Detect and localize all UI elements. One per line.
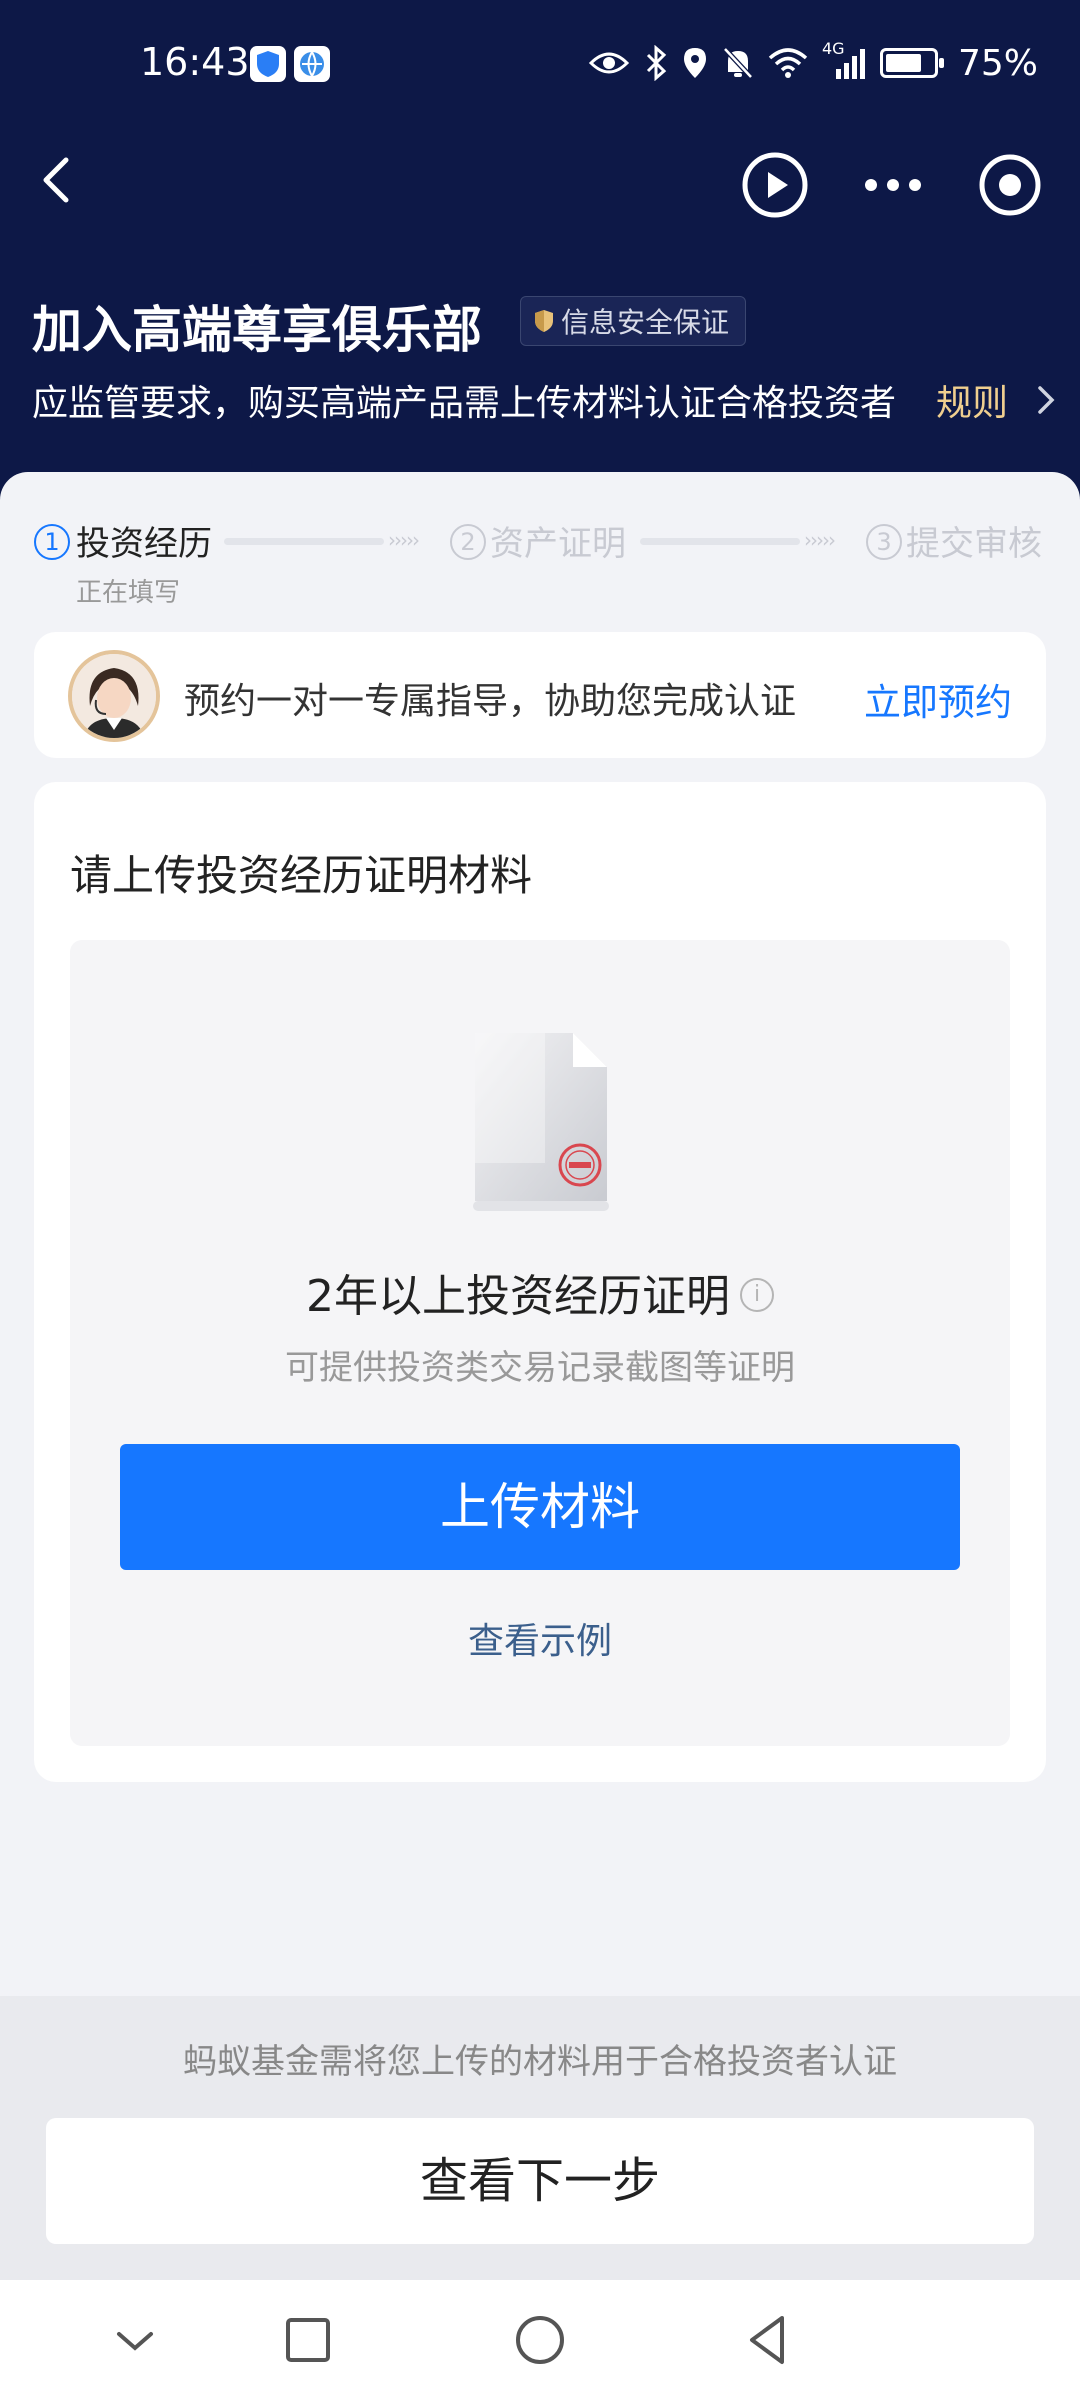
bluetooth-icon xyxy=(646,45,667,81)
progress-steps: 1 投资经历 ››››› 2 资产证明 ››››› 3 提交审核 正在填写 xyxy=(0,472,1080,612)
cellular-signal-icon: 4G xyxy=(822,39,866,81)
system-nav-bar xyxy=(0,2280,1080,2400)
step-arrows: ››››› xyxy=(804,528,836,552)
page-title: 加入高端尊享俱乐部 xyxy=(32,301,482,359)
advisor-text: 预约一对一专属指导，协助您完成认证 xyxy=(184,681,797,722)
step-1-number: 1 xyxy=(34,524,70,560)
eye-icon xyxy=(588,52,630,74)
shield-app-icon xyxy=(250,46,286,82)
play-icon[interactable] xyxy=(740,150,810,220)
home-icon[interactable] xyxy=(510,2310,570,2370)
upload-area: 2年以上投资经历证明 i 可提供投资类交易记录截图等证明 上传材料 查看示例 xyxy=(70,940,1010,1746)
status-indicators: 4G 75% xyxy=(588,38,1038,88)
chevron-down-icon[interactable] xyxy=(105,2310,165,2370)
back-triangle-icon[interactable] xyxy=(738,2310,798,2370)
shield-icon xyxy=(535,310,553,332)
step-2-label: 资产证明 xyxy=(490,524,626,564)
upload-heading: 2年以上投资经历证明 i xyxy=(70,1260,1010,1324)
step-connector xyxy=(640,538,800,545)
recent-apps-icon[interactable] xyxy=(278,2310,338,2370)
rule-link[interactable]: 规则 xyxy=(936,374,1008,426)
step-3-label: 提交审核 xyxy=(906,524,1042,564)
battery-icon xyxy=(879,48,944,78)
book-now-link[interactable]: 立即预约 xyxy=(864,672,1012,726)
view-example-link[interactable]: 查看示例 xyxy=(70,1612,1010,1664)
chevron-right-icon[interactable] xyxy=(1030,380,1060,420)
upload-description: 可提供投资类交易记录截图等证明 xyxy=(285,1348,795,1388)
next-step-button[interactable]: 查看下一步 xyxy=(46,2118,1034,2244)
step-1-label: 投资经历 xyxy=(76,524,212,564)
close-miniapp-icon[interactable] xyxy=(975,150,1045,220)
footer: 蚂蚁基金需将您上传的材料用于合格投资者认证 查看下一步 xyxy=(0,1996,1080,2280)
browser-app-icon xyxy=(294,46,330,82)
document-icon xyxy=(473,1033,609,1211)
step-status-hint: 正在填写 xyxy=(76,578,181,608)
mute-bell-icon xyxy=(723,47,753,79)
info-icon[interactable]: i xyxy=(740,1278,774,1312)
upload-section-title: 请上传投资经历证明材料 xyxy=(70,851,533,900)
nav-bar xyxy=(0,130,1080,230)
advisor-avatar xyxy=(68,650,160,742)
upload-materials-button[interactable]: 上传材料 xyxy=(120,1444,960,1570)
battery-percent: 75% xyxy=(957,42,1038,84)
location-icon xyxy=(683,48,706,78)
security-badge-label: 信息安全保证 xyxy=(561,306,730,339)
step-connector xyxy=(224,538,384,545)
back-arrow-icon[interactable] xyxy=(30,150,90,210)
content-sheet: 1 投资经历 ››››› 2 资产证明 ››››› 3 提交审核 正在填写 预约… xyxy=(0,472,1080,2000)
upload-heading-text: 2年以上投资经历证明 xyxy=(306,1271,730,1322)
footer-note: 蚂蚁基金需将您上传的材料用于合格投资者认证 xyxy=(183,2042,897,2082)
step-3-number: 3 xyxy=(866,524,902,560)
status-bar: 16:43 4G 75% xyxy=(0,0,1080,130)
status-time: 16:43 xyxy=(140,40,250,84)
step-2-number: 2 xyxy=(450,524,486,560)
header-subtitle: 应监管要求，购买高端产品需上传材料认证合格投资者 xyxy=(32,383,897,424)
step-arrows: ››››› xyxy=(388,528,420,552)
upload-card: 请上传投资经历证明材料 2年以上投资经历证明 i 可提供投资类交易记录截图等证明… xyxy=(34,782,1046,1782)
advisor-booking-card: 预约一对一专属指导，协助您完成认证 立即预约 xyxy=(34,632,1046,758)
wifi-icon xyxy=(768,48,808,78)
security-badge: 信息安全保证 xyxy=(520,296,747,346)
more-options-icon[interactable] xyxy=(858,150,928,220)
